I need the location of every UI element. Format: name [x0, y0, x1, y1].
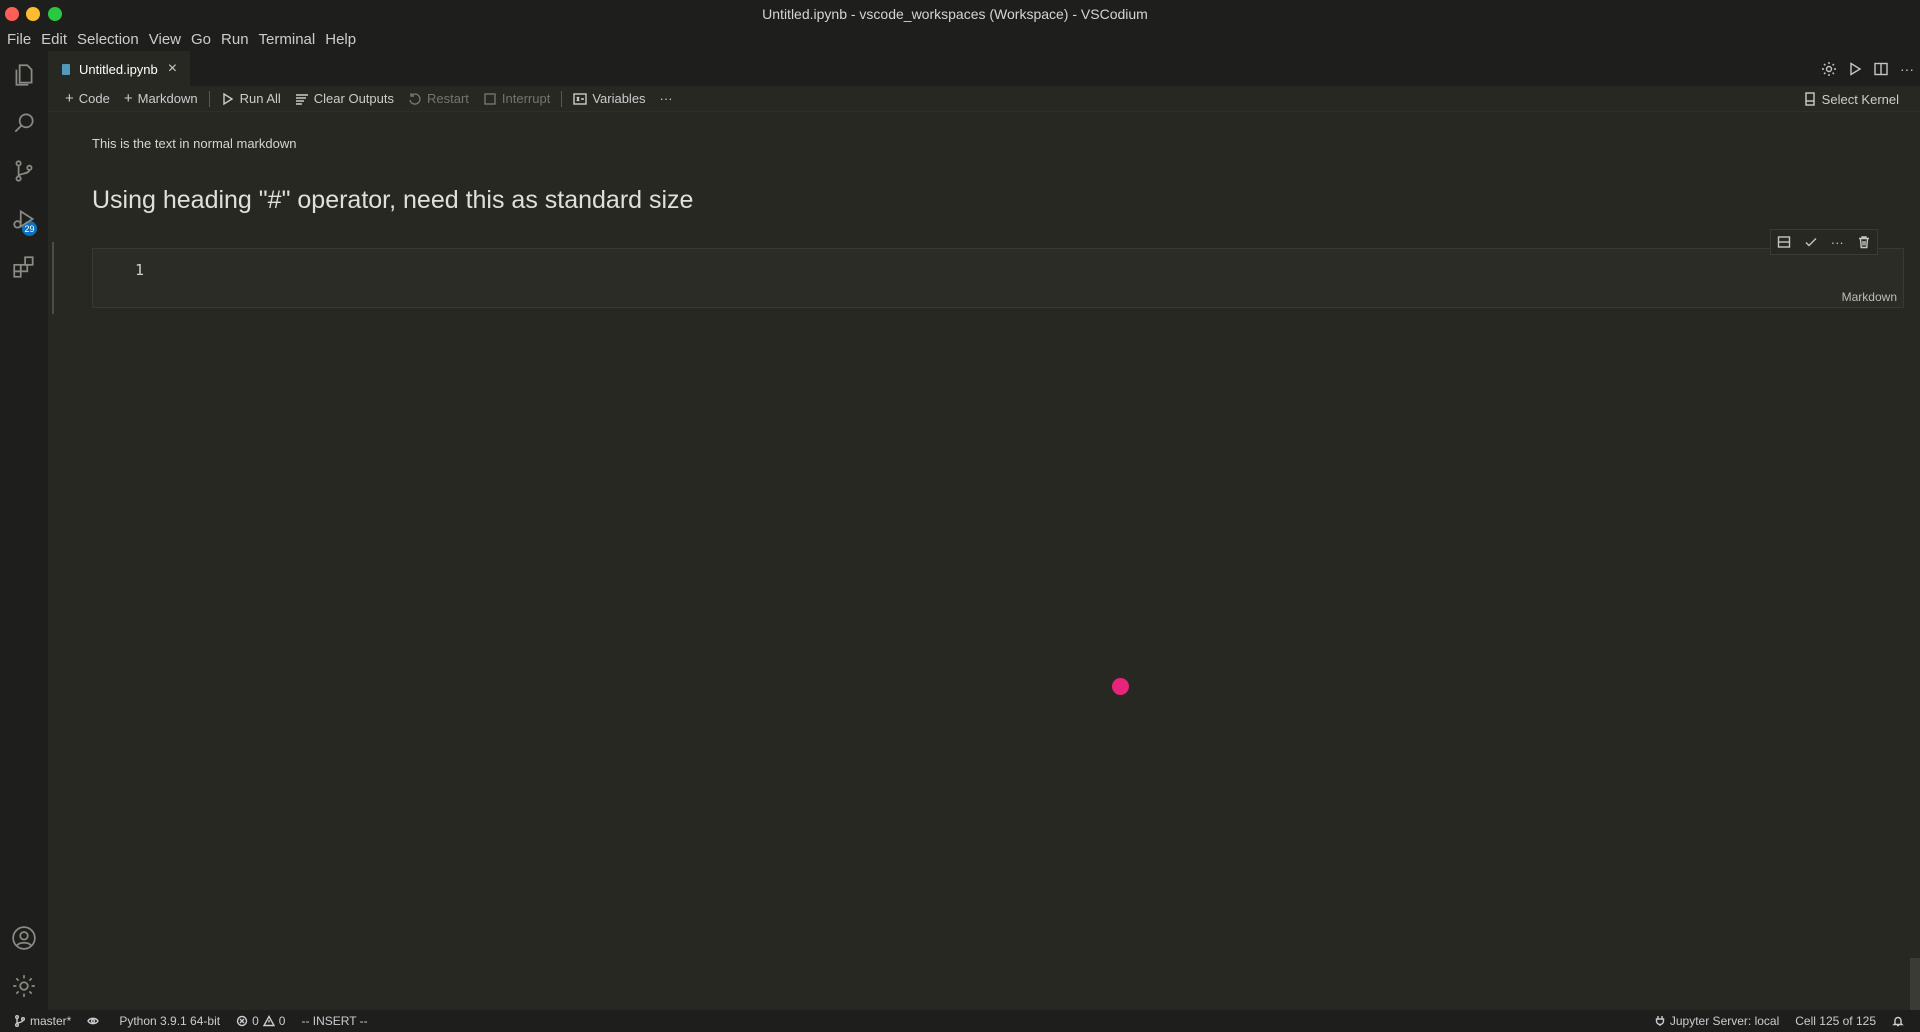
mouse-cursor-indicator [1112, 678, 1129, 695]
jupyter-server-label: Jupyter Server: local [1669, 1014, 1780, 1028]
kernel-flask-icon [1804, 92, 1815, 106]
variables-icon [573, 92, 588, 105]
window-title: Untitled.ipynb - vscode_workspaces (Work… [762, 5, 1148, 22]
menu-bar: File Edit Selection View Go Run Terminal… [0, 27, 1920, 51]
status-bar-right: Jupyter Server: local Cell 125 of 125 [1646, 1010, 1916, 1032]
tab-close-icon[interactable]: × [168, 60, 177, 78]
variables-label: Variables [592, 91, 646, 106]
title-bar: Untitled.ipynb - vscode_workspaces (Work… [0, 0, 1920, 27]
git-branch-status[interactable]: master* [0, 1010, 79, 1032]
notebook-settings-gear-icon[interactable] [1816, 56, 1842, 82]
window-maximize-button[interactable] [48, 7, 62, 21]
error-count: 0 [252, 1014, 259, 1028]
explorer-icon[interactable] [0, 51, 48, 99]
cell-focus-indicator [52, 242, 54, 314]
markdown-cell-text[interactable]: This is the text in normal markdown [92, 136, 296, 151]
restart-kernel-button[interactable]: Restart [401, 88, 476, 110]
error-icon [236, 1015, 248, 1027]
select-kernel-button[interactable]: Select Kernel [1796, 88, 1906, 110]
cell-toolbar: ··· [1770, 229, 1878, 255]
markdown-editor-cell[interactable]: 1 Markdown [92, 248, 1904, 308]
stop-square-icon [484, 92, 496, 105]
notebook-toolbar: + Code + Markdown Run All Clear Outputs … [48, 86, 1920, 112]
interrupt-kernel-button[interactable]: Interrupt [476, 88, 557, 110]
notebook-file-icon [62, 63, 70, 75]
plus-icon: + [123, 90, 133, 107]
run-all-button[interactable]: Run All [214, 88, 288, 110]
markdown-cell-heading[interactable]: Using heading "#" operator, need this as… [92, 186, 693, 215]
plug-icon [1655, 1016, 1665, 1026]
restart-icon [409, 92, 421, 105]
add-code-cell-button[interactable]: + Code [58, 88, 117, 110]
manage-gear-icon[interactable] [0, 962, 48, 1010]
more-actions-icon[interactable]: ··· [1894, 56, 1920, 82]
plus-icon: + [65, 90, 74, 107]
menu-view[interactable]: View [144, 31, 186, 48]
python-interpreter-status[interactable]: Python 3.9.1 64-bit [111, 1010, 228, 1032]
run-play-icon[interactable] [1842, 56, 1868, 82]
vim-mode-status: -- INSERT -- [301, 1014, 368, 1028]
run-debug-icon[interactable] [0, 195, 48, 243]
status-bar: master* Python 3.9.1 64-bit 0 0 -- INSER… [0, 1010, 1920, 1032]
split-editor-icon[interactable] [1868, 56, 1894, 82]
activity-bar: 29 [0, 51, 48, 1010]
git-branch-icon [15, 1015, 25, 1027]
clear-all-icon [295, 93, 308, 105]
scrollbar-thumb[interactable] [1910, 958, 1920, 1010]
interrupt-label: Interrupt [501, 91, 551, 106]
editor-tab-bar: Untitled.ipynb × ··· [48, 51, 1920, 86]
source-control-icon[interactable] [0, 147, 48, 195]
problems-status[interactable]: 0 0 [228, 1010, 293, 1032]
cell-position-status[interactable]: Cell 125 of 125 [1787, 1010, 1884, 1032]
jupyter-server-status[interactable]: Jupyter Server: local [1646, 1010, 1787, 1032]
line-number: 1 [135, 261, 145, 279]
add-markdown-label: Markdown [137, 91, 198, 106]
editor-actions: ··· [1816, 51, 1920, 86]
eye-icon [87, 1017, 100, 1025]
warning-icon [262, 1015, 275, 1027]
select-kernel-label: Select Kernel [1821, 91, 1899, 107]
toolbar-divider [561, 90, 563, 107]
menu-terminal[interactable]: Terminal [254, 31, 321, 48]
menu-file[interactable]: File [2, 31, 36, 48]
menu-edit[interactable]: Edit [36, 31, 72, 48]
git-branch-label: master* [30, 1014, 72, 1028]
cell-more-actions-icon[interactable]: ··· [1826, 231, 1848, 253]
menu-run[interactable]: Run [216, 31, 254, 48]
variables-button[interactable]: Variables [566, 88, 652, 110]
window-close-button[interactable] [5, 7, 19, 21]
tab-label: Untitled.ipynb [79, 61, 158, 77]
clear-outputs-button[interactable]: Clear Outputs [288, 88, 401, 110]
window-minimize-button[interactable] [26, 7, 40, 21]
stop-editing-check-icon[interactable] [1800, 231, 1822, 253]
cell-language-indicator[interactable]: Markdown [1842, 290, 1897, 304]
delete-cell-trash-icon[interactable] [1853, 231, 1875, 253]
toolbar-divider [208, 90, 210, 107]
tab-untitled-ipynb[interactable]: Untitled.ipynb × [48, 51, 190, 86]
warning-count: 0 [278, 1014, 286, 1028]
add-code-label: Code [78, 91, 110, 106]
run-all-label: Run All [239, 91, 281, 106]
menu-go[interactable]: Go [186, 31, 216, 48]
notifications-bell-icon[interactable] [1884, 1010, 1916, 1032]
toolbar-more-button[interactable]: ··· [653, 88, 680, 110]
split-cell-icon[interactable] [1773, 231, 1795, 253]
sync-status[interactable] [79, 1010, 111, 1032]
account-icon[interactable] [0, 914, 48, 962]
search-icon[interactable] [0, 99, 48, 147]
add-markdown-cell-button[interactable]: + Markdown [117, 88, 205, 110]
restart-label: Restart [426, 91, 469, 106]
clear-outputs-label: Clear Outputs [313, 91, 394, 106]
run-all-play-icon [222, 92, 233, 105]
menu-help[interactable]: Help [320, 31, 361, 48]
extensions-icon[interactable] [0, 243, 48, 291]
menu-selection[interactable]: Selection [72, 31, 144, 48]
